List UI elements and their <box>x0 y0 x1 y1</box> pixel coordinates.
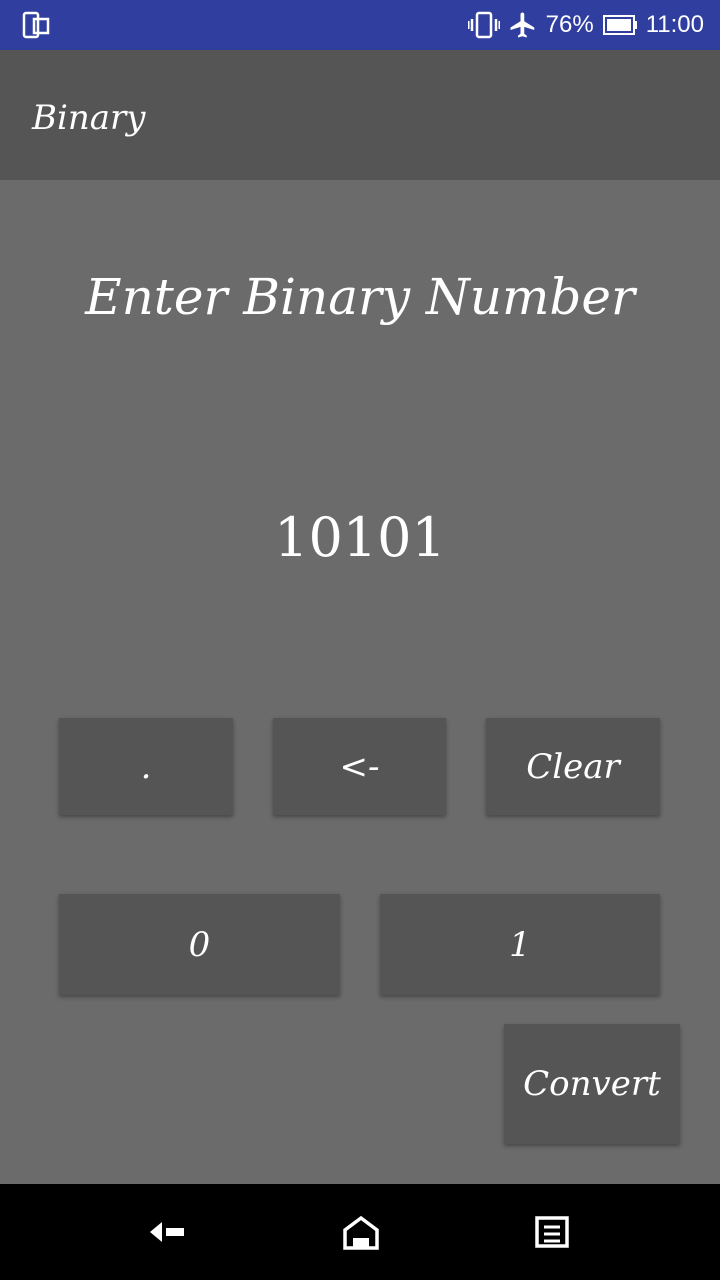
dot-button[interactable]: . <box>59 718 233 815</box>
battery-icon <box>602 15 637 35</box>
battery-percent: 76% <box>545 11 594 38</box>
screen-mirror-icon <box>22 11 50 39</box>
convert-button[interactable]: Convert <box>504 1024 680 1144</box>
status-bar: 76% 11:00 <box>0 0 720 50</box>
navigation-bar <box>0 1184 720 1280</box>
clear-button[interactable]: Clear <box>486 718 660 815</box>
one-button[interactable]: 1 <box>380 894 660 995</box>
vibrate-icon <box>467 11 500 39</box>
binary-display: 10101 <box>274 506 446 569</box>
app-title: Binary <box>32 98 146 138</box>
zero-button[interactable]: 0 <box>59 894 340 995</box>
airplane-icon <box>510 12 534 38</box>
backspace-button[interactable]: <- <box>273 718 446 815</box>
app-bar: Binary <box>0 50 720 180</box>
clock: 11:00 <box>645 11 704 38</box>
home-icon[interactable] <box>341 1214 381 1250</box>
recents-icon[interactable] <box>532 1214 572 1250</box>
back-icon[interactable] <box>148 1214 188 1250</box>
prompt-label: Enter Binary Number <box>85 268 635 326</box>
main-content: Enter Binary Number 10101 . <- Clear 0 1… <box>0 180 720 1184</box>
